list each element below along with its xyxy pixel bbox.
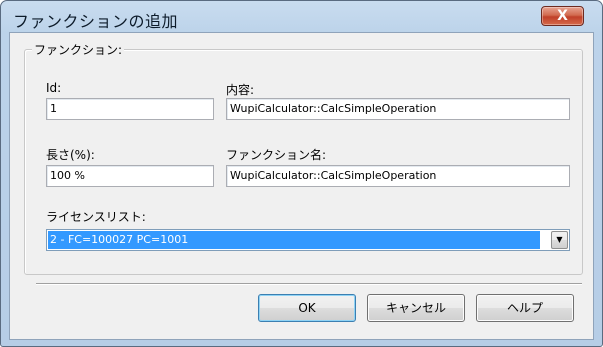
ok-button[interactable]: OK [258, 294, 356, 322]
content-field[interactable]: WupiCalculator::CalcSimpleOperation [226, 98, 570, 120]
close-icon: X [557, 8, 568, 24]
cancel-button[interactable]: キャンセル [367, 294, 465, 322]
dropdown-button[interactable]: ▼ [551, 231, 568, 249]
function-name-label: ファンクション名: [226, 148, 327, 162]
help-button[interactable]: ヘルプ [476, 294, 574, 322]
id-label: Id: [46, 81, 62, 95]
length-label: 長さ(%): [46, 148, 95, 162]
chevron-down-icon: ▼ [556, 235, 563, 244]
content-label: 内容: [226, 83, 255, 97]
id-field[interactable]: 1 [46, 98, 214, 120]
title-bar[interactable]: ファンクションの追加 X [1, 1, 602, 33]
length-field[interactable]: 100 % [46, 165, 214, 187]
function-name-field[interactable]: WupiCalculator::CalcSimpleOperation [226, 165, 570, 187]
button-separator [36, 283, 582, 285]
close-button[interactable]: X [541, 6, 584, 26]
function-group-legend: ファンクション: [32, 41, 125, 58]
license-list-label: ライセンスリスト: [46, 210, 146, 224]
dialog-title: ファンクションの追加 [13, 12, 179, 31]
license-list-selected-value: 2 - FC=100027 PC=1001 [48, 231, 540, 249]
license-list-select[interactable]: 2 - FC=100027 PC=1001 ▼ [46, 229, 570, 251]
